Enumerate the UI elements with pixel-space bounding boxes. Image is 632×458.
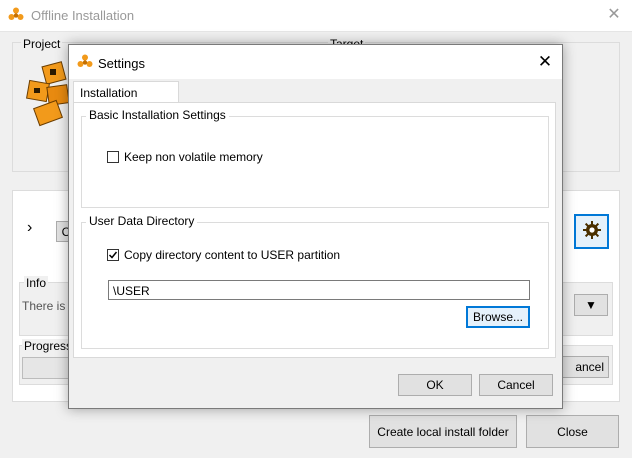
user-data-label: User Data Directory [86,214,198,228]
project-label: Project [21,37,63,51]
dropdown-toggle-button[interactable]: ▼ [574,294,608,316]
tab-page: Basic Installation Settings Keep non vol… [73,102,556,358]
basic-settings-label: Basic Installation Settings [86,108,229,122]
copy-directory-checkbox[interactable] [107,249,119,261]
main-titlebar: Offline Installation ✕ [0,0,632,32]
info-label: Info [24,276,49,290]
window-close-button[interactable]: ✕ [603,4,625,26]
tab-installation-settings[interactable]: Installation Settings [73,81,179,114]
settings-button[interactable] [574,214,609,249]
dialog-close-button[interactable]: ✕ [533,51,557,73]
app-logo-icon [77,54,93,73]
gear-icon [582,220,602,243]
dialog-title: Settings [98,56,145,71]
expand-chevron-icon[interactable]: › [27,219,32,237]
browse-button[interactable]: Browse... [466,306,530,328]
dialog-cancel-button[interactable]: Cancel [479,374,553,396]
progress-label: Progress [22,339,75,353]
main-cancel-button[interactable]: ancel [555,356,609,378]
progress-bar [22,357,72,379]
window-title: Offline Installation [31,8,135,23]
dialog-titlebar: Settings ✕ [69,45,562,79]
copy-directory-label: Copy directory content to USER partition [124,248,341,262]
create-install-folder-button[interactable]: Create local install folder [369,415,517,448]
checkmark-icon [108,251,118,259]
keep-nv-checkbox[interactable] [107,151,119,163]
close-button[interactable]: Close [526,415,619,448]
settings-dialog: Settings ✕ Installation Settings Basic I… [68,44,563,409]
user-path-input[interactable]: \USER [108,280,530,300]
keep-nv-label: Keep non volatile memory [124,150,263,164]
ok-button[interactable]: OK [398,374,472,396]
app-logo-icon [8,7,24,26]
